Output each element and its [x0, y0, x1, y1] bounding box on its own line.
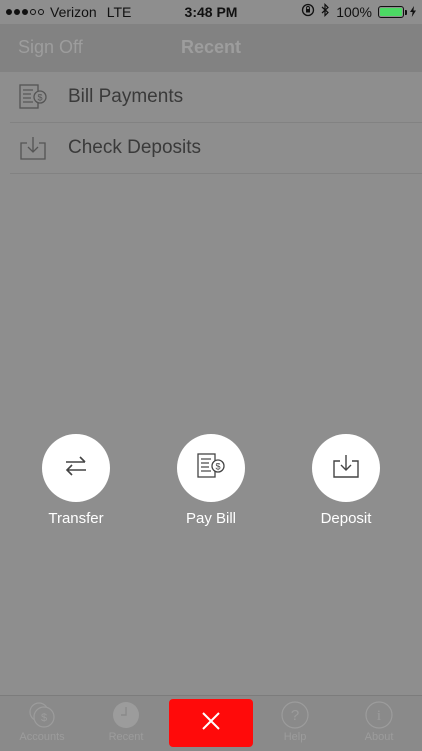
list-item-check-deposits[interactable]: Check Deposits [10, 123, 422, 174]
quick-actions: Transfer $ Pay Bill Deposit [0, 434, 422, 534]
deposit-tray-icon [332, 453, 360, 484]
list-item-label: Check Deposits [68, 137, 202, 158]
svg-text:$: $ [215, 461, 220, 471]
recent-list: $ Bill Payments Check Deposits [0, 72, 422, 174]
tab-label: Recent [108, 731, 144, 743]
status-bar: Verizon LTE 3:48 PM 100% [0, 0, 422, 24]
transfer-arrows-icon [63, 455, 89, 482]
tab-help[interactable]: ? Help [253, 696, 337, 751]
status-right: 100% [301, 3, 416, 20]
question-icon: ? [280, 700, 310, 730]
svg-text:i: i [377, 708, 381, 724]
tab-label: About [364, 731, 394, 743]
clock-icon [111, 700, 141, 730]
svg-text:?: ? [291, 707, 299, 724]
deposit-tray-icon [18, 133, 48, 163]
pay-bill-action[interactable]: $ Pay Bill [161, 434, 261, 527]
list-item-bill-payments[interactable]: $ Bill Payments [10, 72, 422, 123]
bluetooth-icon [321, 3, 330, 20]
svg-text:$: $ [41, 712, 47, 724]
close-x-icon [201, 711, 221, 736]
transfer-button[interactable] [42, 434, 110, 502]
pay-bill-label: Pay Bill [185, 510, 237, 527]
svg-text:$: $ [37, 93, 42, 103]
tab-label: Help [283, 731, 307, 743]
pay-bill-button[interactable]: $ [177, 434, 245, 502]
page-title: Recent [180, 37, 242, 57]
tab-recent[interactable]: Recent [84, 696, 168, 751]
list-item-label: Bill Payments [68, 86, 184, 107]
tab-about[interactable]: i About [337, 696, 421, 751]
tab-label: Accounts [19, 731, 65, 743]
bill-payment-icon: $ [196, 452, 226, 484]
nav-bar: Sign Off Recent [0, 24, 422, 72]
deposit-button[interactable] [312, 434, 380, 502]
transfer-action[interactable]: Transfer [26, 434, 126, 527]
battery-icon [378, 5, 407, 18]
tab-accounts[interactable]: $ Accounts [0, 696, 84, 751]
charging-bolt-icon [410, 4, 416, 20]
info-icon: i [364, 700, 394, 730]
close-menu-button[interactable] [169, 699, 253, 747]
dollar-coins-icon: $ [27, 700, 57, 730]
battery-percent: 100% [336, 3, 372, 20]
bill-payment-icon: $ [18, 82, 48, 112]
deposit-action[interactable]: Deposit [296, 434, 396, 527]
transfer-label: Transfer [48, 510, 104, 527]
deposit-label: Deposit [320, 510, 372, 527]
rotation-lock-icon [301, 3, 315, 20]
